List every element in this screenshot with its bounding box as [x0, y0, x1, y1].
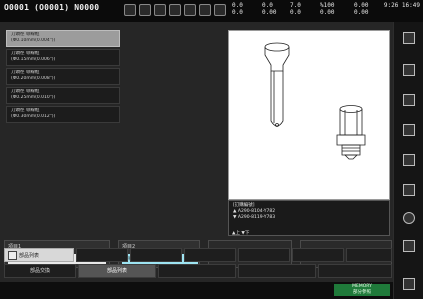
- softkey-part-exchange[interactable]: 部品交換: [4, 264, 76, 278]
- search-icon[interactable]: [169, 4, 181, 16]
- grid-icon[interactable]: [184, 4, 196, 16]
- list-item[interactable]: 刀頭徑 導線框 (Φ0.25mm(0.010")): [6, 87, 120, 104]
- softkey-empty[interactable]: [238, 264, 316, 278]
- list-item[interactable]: 刀頭徑 導線框 (Φ0.20mm(0.008")): [6, 68, 120, 85]
- right-sidebar: [393, 22, 423, 299]
- page-arrows[interactable]: ▲上 ▼下: [228, 230, 390, 238]
- layout-icon[interactable]: [398, 90, 420, 110]
- part-drawing: [228, 30, 390, 200]
- top-status-bar: O0001 (O0001) N0000 0.0 0.0 0.0 0.00 7.0…: [0, 0, 423, 22]
- main-area: 刀頭徑 導線框 (Φ0.10mm(0.004")) 刀頭徑 導線框 (Φ0.15…: [0, 22, 393, 290]
- status-col4: %100 0.00: [320, 2, 335, 16]
- softkey-empty[interactable]: [318, 264, 392, 278]
- program-number: O0001 (O0001) N0000: [4, 3, 100, 12]
- wire-guide-illustration: [264, 42, 366, 160]
- document-icon[interactable]: [398, 60, 420, 80]
- softkey-empty[interactable]: [130, 248, 182, 262]
- status-col1: 0.0 0.0: [232, 2, 243, 16]
- redo-icon[interactable]: [139, 4, 151, 16]
- book-icon[interactable]: [398, 28, 420, 48]
- list-icon[interactable]: [398, 150, 420, 170]
- status-col3: 7.0 0.0: [290, 2, 301, 16]
- wire-icon[interactable]: [214, 4, 226, 16]
- clock: 9:26 16:49: [383, 2, 420, 9]
- list-item[interactable]: 刀頭徑 導線框 (Φ0.30mm(0.012")): [6, 106, 120, 123]
- bottom-bar: MEMORY 部分參照: [0, 282, 393, 299]
- softkey-empty[interactable]: [158, 264, 236, 278]
- screen-icon[interactable]: [398, 180, 420, 200]
- pump-icon[interactable]: [199, 4, 211, 16]
- tab-part-list[interactable]: 部品列表: [4, 248, 74, 262]
- wrench-icon[interactable]: [398, 120, 420, 140]
- status-col5: 0.00 0.00: [354, 2, 369, 16]
- softkey-empty[interactable]: [346, 248, 392, 262]
- softkey-row-2: 部品交換 部品列表: [4, 264, 392, 278]
- softkey-empty[interactable]: [76, 248, 128, 262]
- list-icon: [8, 251, 17, 260]
- help-icon[interactable]: [398, 208, 420, 228]
- softkey-empty[interactable]: [238, 248, 290, 262]
- softkey-empty[interactable]: [292, 248, 344, 262]
- list-item[interactable]: 刀頭徑 導線框 (Φ0.15mm(0.006")): [6, 49, 120, 66]
- list-item[interactable]: 刀頭徑 導線框 (Φ0.10mm(0.004")): [6, 30, 120, 47]
- part-list: 刀頭徑 導線框 (Φ0.10mm(0.004")) 刀頭徑 導線框 (Φ0.15…: [6, 30, 120, 230]
- softkey-part-list[interactable]: 部品列表: [78, 264, 156, 278]
- warning-icon[interactable]: [398, 274, 420, 294]
- home-icon[interactable]: [154, 4, 166, 16]
- sound-icon[interactable]: [398, 236, 420, 256]
- order-number-down: ▼ A290-8119-Y783: [233, 215, 276, 220]
- softkey-row-1: [76, 248, 392, 262]
- softkey-empty[interactable]: [184, 248, 236, 262]
- undo-icon[interactable]: [124, 4, 136, 16]
- memory-mode-badge: MEMORY 部分參照: [334, 284, 390, 296]
- status-col2: 0.0 0.00: [262, 2, 277, 16]
